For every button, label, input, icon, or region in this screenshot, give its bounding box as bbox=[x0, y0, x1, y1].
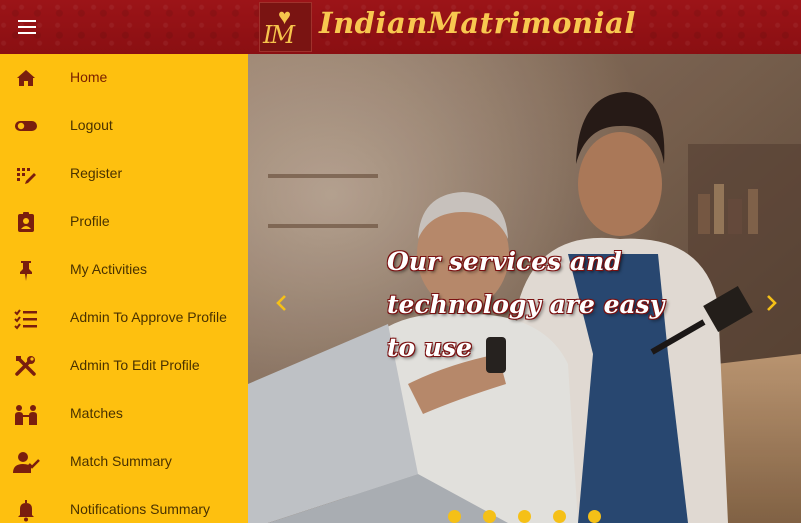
sidebar-item-home[interactable]: Home bbox=[0, 54, 248, 102]
sidebar-item-profile[interactable]: Profile bbox=[0, 198, 248, 246]
checklist-icon bbox=[14, 309, 37, 330]
register-icon bbox=[17, 168, 36, 184]
carousel-indicator-2[interactable] bbox=[483, 510, 496, 523]
sidebar-item-logout[interactable]: Logout bbox=[0, 102, 248, 150]
hamburger-menu-button[interactable] bbox=[14, 15, 40, 39]
slide-caption: Our services and technology are easy to … bbox=[387, 247, 665, 362]
sidebar-item-label: Logout bbox=[70, 117, 113, 133]
hamburger-icon bbox=[18, 20, 36, 22]
sidebar-item-label: Home bbox=[70, 69, 108, 85]
sidebar-item-notifications[interactable]: Notifications Summary bbox=[0, 486, 248, 523]
sidebar-item-admin-approve[interactable]: Admin To Approve Profile bbox=[0, 294, 248, 342]
sidebar-item-label: Notifications Summary bbox=[70, 501, 211, 517]
tools-icon bbox=[15, 356, 36, 376]
carousel-prev-button[interactable] bbox=[271, 292, 293, 314]
brand-name[interactable]: IndianMatrimonial bbox=[319, 3, 636, 43]
carousel-indicator-3[interactable] bbox=[518, 510, 531, 523]
sidebar-item-label: Matches bbox=[70, 405, 123, 421]
people-match-icon bbox=[15, 405, 37, 425]
sidebar-nav: Home Logout Register Profile My Activiti… bbox=[0, 54, 248, 523]
sidebar-item-matches[interactable]: Matches bbox=[0, 390, 248, 438]
sidebar-item-register[interactable]: Register bbox=[0, 150, 248, 198]
carousel-indicator-1[interactable] bbox=[448, 510, 461, 523]
sidebar-item-label: Match Summary bbox=[70, 453, 172, 469]
toggle-icon bbox=[15, 121, 37, 131]
chevron-right-icon bbox=[767, 295, 777, 311]
chevron-left-icon bbox=[276, 295, 286, 311]
sidebar-item-label: Profile bbox=[70, 213, 110, 229]
brand-logo[interactable]: ♥ IM bbox=[259, 2, 312, 52]
sidebar-item-label: My Activities bbox=[70, 261, 148, 277]
hero-carousel[interactable]: Our services and technology are easy to … bbox=[248, 54, 801, 523]
profile-card-icon bbox=[18, 212, 34, 232]
carousel-indicators bbox=[448, 510, 608, 523]
hamburger-line bbox=[18, 32, 36, 34]
sidebar-item-admin-edit[interactable]: Admin To Edit Profile bbox=[0, 342, 248, 390]
home-icon bbox=[17, 70, 35, 86]
sidebar-item-label: Register bbox=[70, 165, 123, 181]
user-check-icon bbox=[13, 452, 40, 473]
sidebar-item-label: Admin To Approve Profile bbox=[70, 309, 227, 325]
carousel-indicator-5[interactable] bbox=[588, 510, 601, 523]
hamburger-line bbox=[18, 26, 36, 28]
sidebar-item-label: Admin To Edit Profile bbox=[70, 357, 200, 373]
sidebar-item-my-activities[interactable]: My Activities bbox=[0, 246, 248, 294]
carousel-next-button[interactable] bbox=[760, 292, 782, 314]
carousel-indicator-4[interactable] bbox=[553, 510, 566, 523]
top-header: ♥ IM IndianMatrimonial bbox=[0, 0, 801, 54]
bell-icon bbox=[18, 500, 34, 522]
pin-icon bbox=[20, 261, 32, 281]
logo-monogram: IM bbox=[263, 21, 295, 49]
sidebar-item-match-summary[interactable]: Match Summary bbox=[0, 438, 248, 486]
